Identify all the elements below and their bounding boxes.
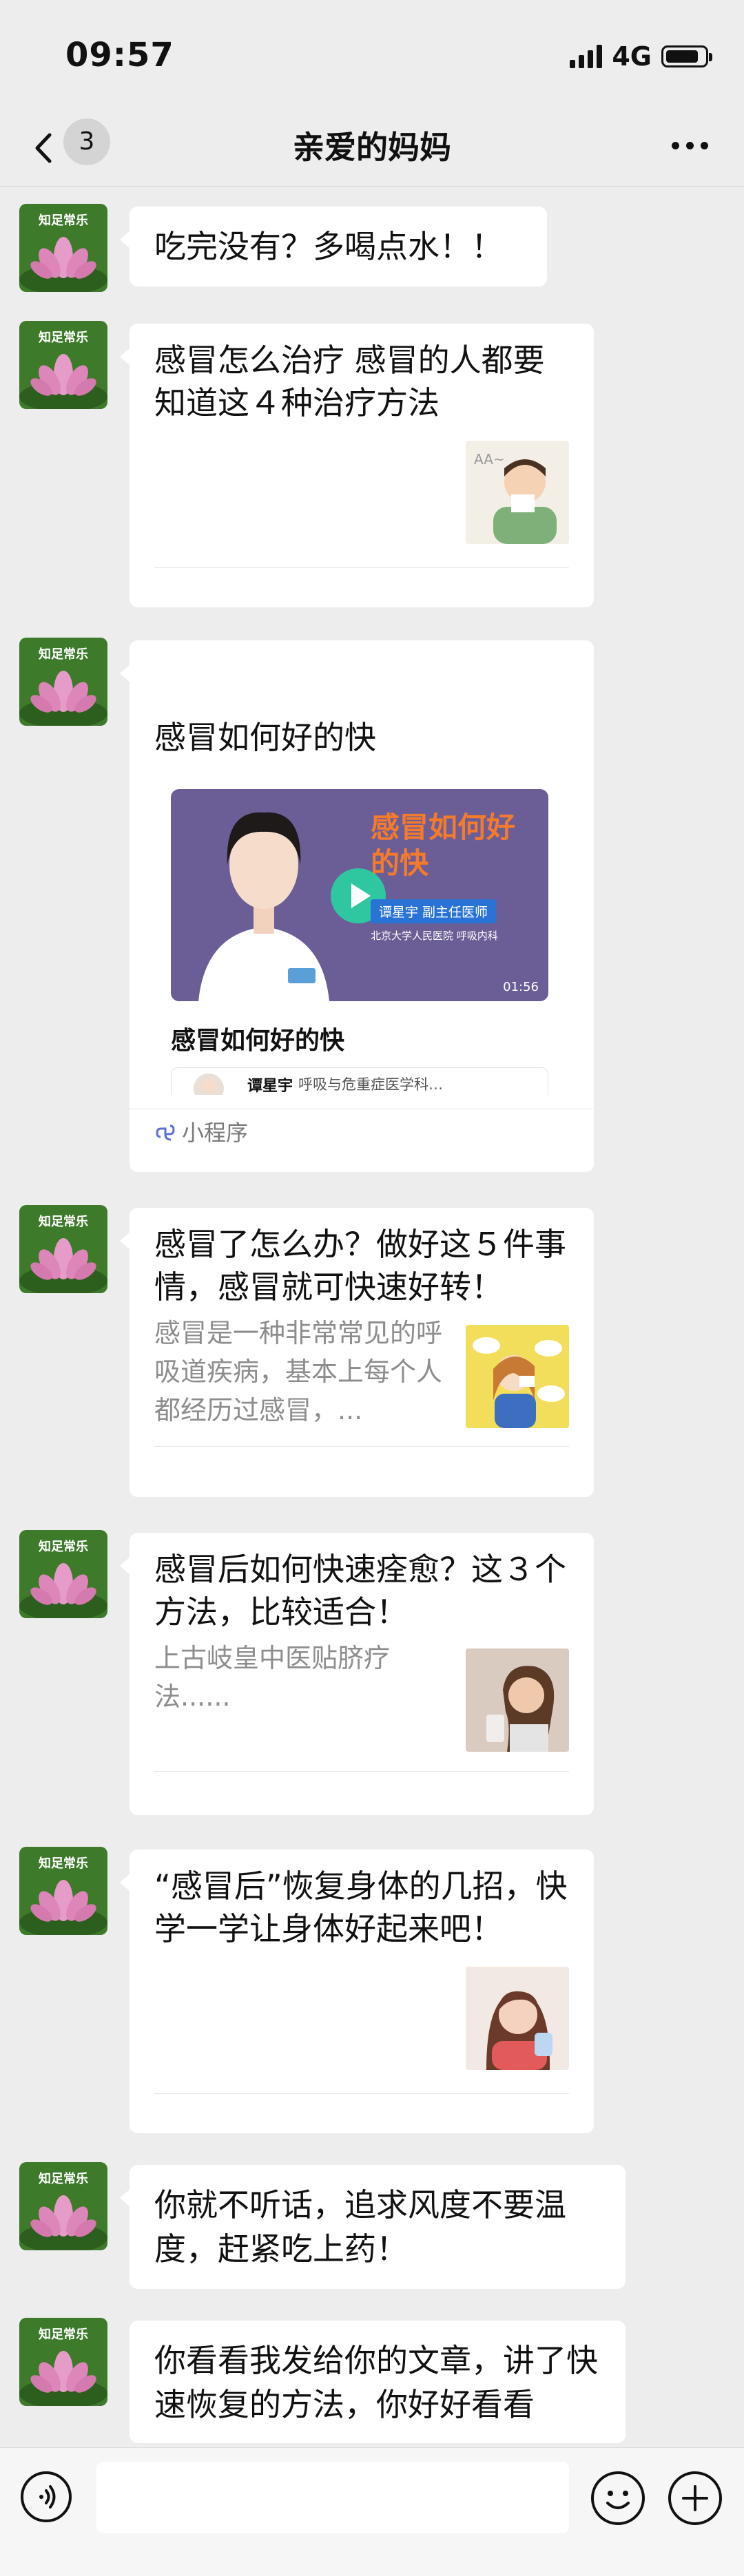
avatar-label: 知足常乐 bbox=[39, 213, 88, 228]
article-card[interactable]: 感冒了怎么办？做好这５件事情，感冒就可快速好转！ 感冒是一种非常常见的呼吸道疾病… bbox=[120, 1208, 594, 1497]
doctor-image bbox=[198, 812, 329, 1001]
mini-program-label: 小程序 bbox=[182, 1120, 249, 1146]
avatar[interactable]: 知足常乐 bbox=[19, 1530, 107, 1618]
message-text: 你看看我发给你的文章，讲了快速恢复的方法，你好好看看 bbox=[154, 2342, 598, 2423]
status-icons: 4G bbox=[570, 41, 712, 72]
message-text-bubble[interactable]: 你就不听话，追求风度不要温度，赶紧吃上药！ bbox=[120, 2165, 626, 2289]
status-time: 09:57 bbox=[65, 36, 174, 74]
message-input[interactable] bbox=[96, 2462, 569, 2533]
mini-program-title: 感冒如何好的快 bbox=[154, 719, 376, 756]
doctor-name: 谭星宇 bbox=[247, 1078, 293, 1095]
svg-text:AA~: AA~ bbox=[474, 451, 505, 468]
article-thumbnail-sick-person: AA~ bbox=[466, 441, 569, 544]
card-divider bbox=[154, 2093, 569, 2094]
article-description: 上古岐皇中医贴脐疗法...... bbox=[154, 1643, 391, 1712]
article-card[interactable]: “感冒后”恢复身体的几招，快学一学让身体好起来吧！ bbox=[120, 1850, 594, 2133]
avatar-label: 知足常乐 bbox=[39, 1856, 88, 1871]
avatar[interactable]: 知足常乐 bbox=[19, 321, 107, 409]
article-thumbnail-sneezing bbox=[466, 1325, 569, 1428]
article-description: 感冒是一种非常常见的呼吸道疾病，基本上每个人都经历过感冒，... bbox=[154, 1318, 443, 1425]
card-divider bbox=[154, 567, 569, 568]
status-bar: 09:57 4G bbox=[0, 0, 744, 110]
article-title: 感冒后如何快速痊愈？这３个方法，比较适合！ bbox=[154, 1551, 566, 1631]
article-title: “感冒后”恢复身体的几招，快学一学让身体好起来吧！ bbox=[154, 1867, 568, 1947]
doctor-info-row: 谭星宇 呼吸与危重症医学科… bbox=[171, 1067, 548, 1095]
avatar[interactable]: 知足常乐 bbox=[19, 204, 107, 292]
doctor-affiliation: 北京大学人民医院 呼吸内科 bbox=[371, 930, 498, 942]
mini-program-card[interactable]: 感冒如何好的快 感冒如何好的快 谭星宇 副主任医师 北京大学人民医院 呼吸内科 … bbox=[120, 640, 594, 1172]
avatar-label: 知足常乐 bbox=[39, 331, 88, 345]
chat-header: 3 亲爱的妈妈 bbox=[0, 110, 744, 187]
doctor-badge: 谭星宇 副主任医师 bbox=[371, 899, 497, 923]
message-text: 吃完没有？多喝点水！！ bbox=[154, 228, 503, 265]
battery-icon bbox=[661, 45, 712, 67]
emoji-icon[interactable] bbox=[591, 2471, 645, 2525]
message-text-bubble[interactable]: 吃完没有？多喝点水！！ bbox=[120, 207, 547, 286]
avatar-label: 知足常乐 bbox=[39, 2327, 88, 2342]
card-divider bbox=[154, 1771, 569, 1772]
doctor-department: 呼吸与危重症医学科… bbox=[298, 1076, 443, 1093]
video-duration: 01:56 bbox=[503, 980, 539, 994]
article-thumbnail-illustration bbox=[466, 1967, 569, 2070]
avatar-label: 知足常乐 bbox=[39, 2172, 88, 2186]
add-more-icon[interactable] bbox=[668, 2471, 722, 2525]
message-text: 你就不听话，追求风度不要温度，赶紧吃上药！ bbox=[154, 2186, 566, 2268]
avatar-label: 知足常乐 bbox=[39, 1215, 88, 1229]
network-type: 4G bbox=[612, 41, 652, 72]
battery-level bbox=[666, 50, 698, 63]
avatar[interactable]: 知足常乐 bbox=[19, 2162, 107, 2250]
avatar[interactable]: 知足常乐 bbox=[19, 1205, 107, 1293]
card-divider bbox=[154, 1446, 569, 1447]
voice-input-icon[interactable] bbox=[21, 2471, 72, 2522]
message-text-bubble[interactable]: 你看看我发给你的文章，讲了快速恢复的方法，你好好看看 bbox=[130, 2321, 626, 2443]
mini-program-footer: 小程序 bbox=[154, 1116, 248, 1147]
doctor-avatar bbox=[194, 1074, 224, 1095]
article-card[interactable]: 感冒后如何快速痊愈？这３个方法，比较适合！ 上古岐皇中医贴脐疗法...... bbox=[120, 1533, 594, 1815]
chat-title: 亲爱的妈妈 bbox=[293, 129, 451, 166]
avatar[interactable]: 知足常乐 bbox=[19, 638, 107, 726]
article-thumbnail-woman bbox=[466, 1648, 569, 1752]
more-options-icon[interactable] bbox=[672, 142, 708, 149]
avatar[interactable]: 知足常乐 bbox=[19, 2318, 107, 2406]
signal-icon bbox=[570, 45, 603, 68]
avatar-label: 知足常乐 bbox=[39, 1540, 88, 1554]
input-toolbar bbox=[0, 2447, 744, 2576]
article-title: 感冒怎么治疗 感冒的人都要知道这４种治疗方法 bbox=[154, 342, 545, 421]
avatar-label: 知足常乐 bbox=[39, 647, 88, 662]
video-title: 感冒如何好的快 bbox=[371, 810, 516, 880]
mini-program-icon bbox=[156, 1124, 175, 1141]
mini-program-name: 感冒如何好的快 bbox=[171, 1027, 345, 1055]
avatar[interactable]: 知足常乐 bbox=[19, 1847, 107, 1935]
video-thumbnail[interactable]: 感冒如何好的快 谭星宇 副主任医师 北京大学人民医院 呼吸内科 01:56 bbox=[171, 789, 548, 1001]
article-title: 感冒了怎么办？做好这５件事情，感冒就可快速好转！ bbox=[154, 1226, 566, 1306]
article-card[interactable]: 感冒怎么治疗 感冒的人都要知道这４种治疗方法 AA~ bbox=[120, 324, 594, 607]
